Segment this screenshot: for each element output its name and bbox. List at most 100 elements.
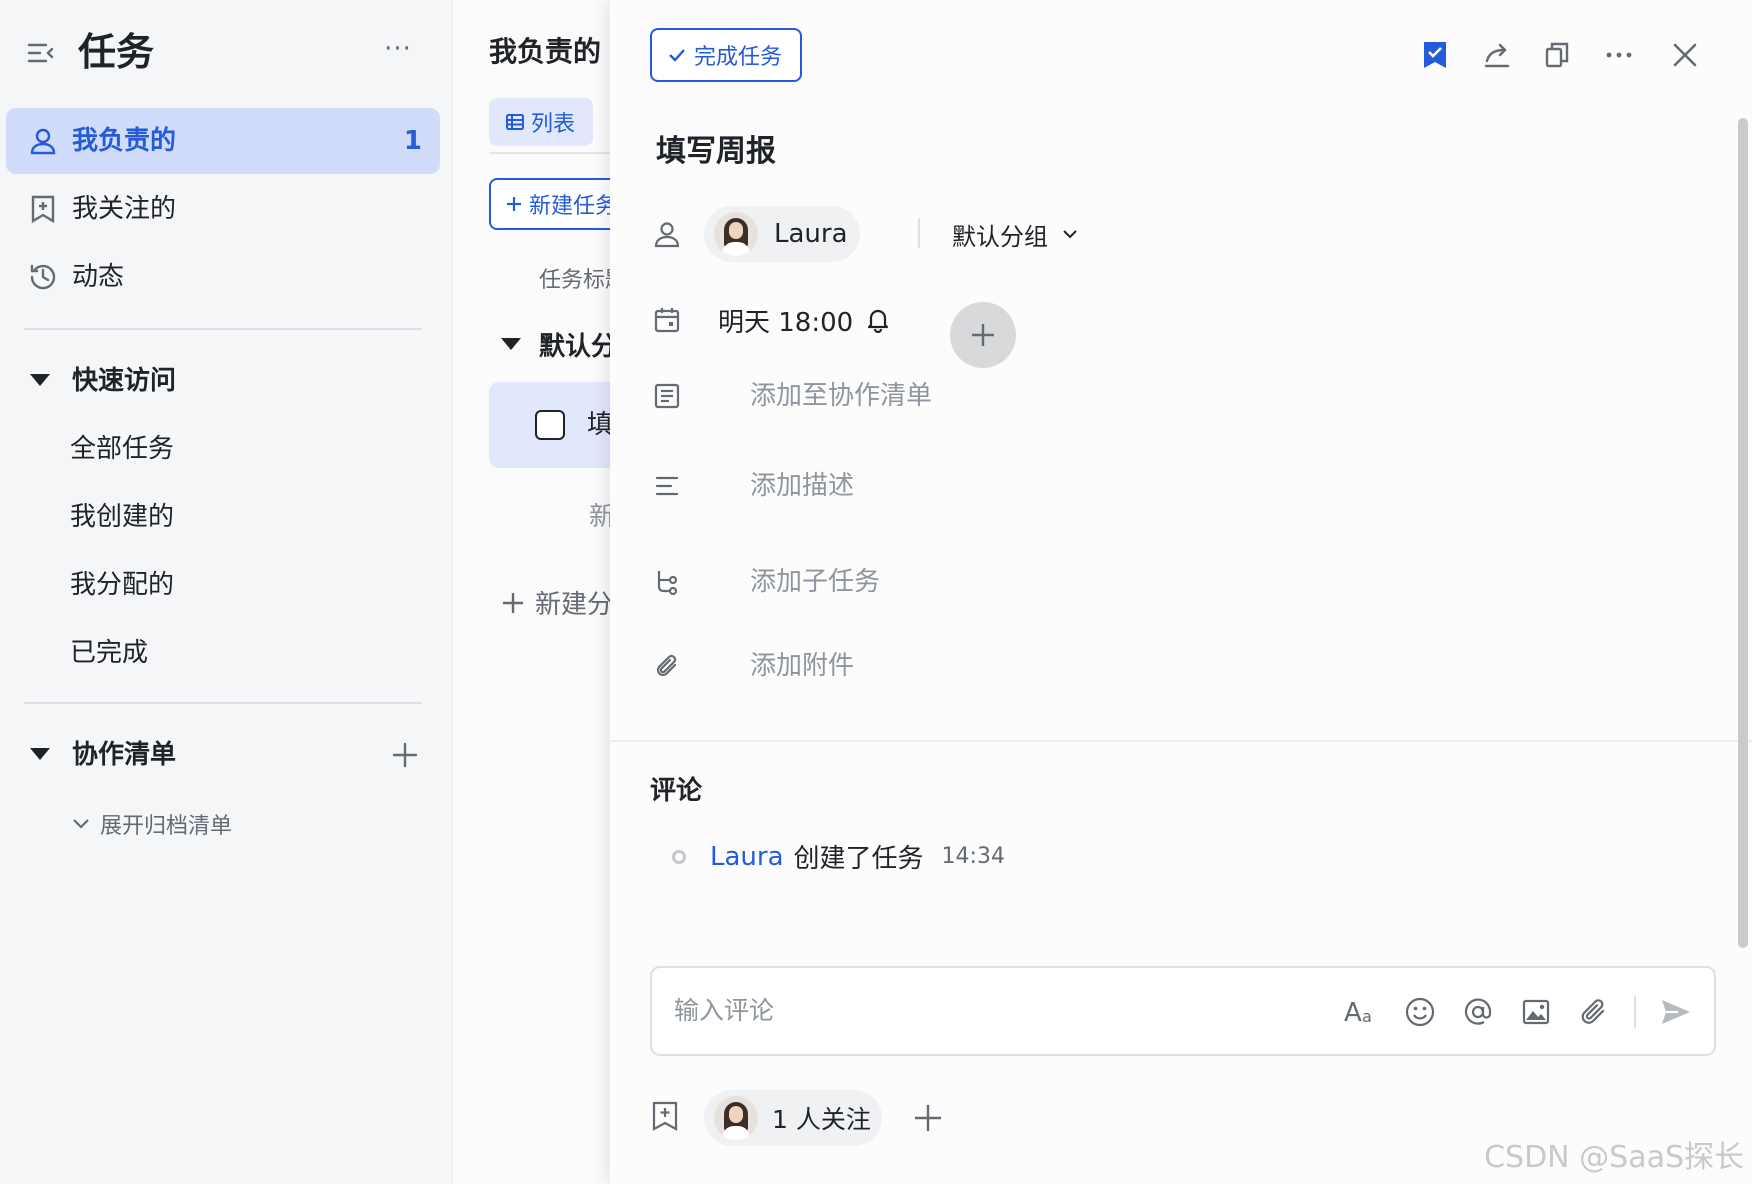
svg-text:A: A: [1344, 998, 1362, 1027]
scrollbar[interactable]: [1738, 118, 1748, 948]
divider: [918, 218, 920, 248]
sidebar-item-created-by-me[interactable]: 我创建的: [70, 490, 174, 544]
add-list-icon[interactable]: [390, 740, 420, 770]
new-group-button[interactable]: 新建分组: [501, 584, 610, 621]
list-title: 我负责的: [489, 35, 602, 68]
table-icon: [505, 112, 525, 132]
expand-archived-lists[interactable]: 展开归档清单: [70, 804, 232, 844]
complete-task-button[interactable]: 完成任务: [650, 28, 802, 82]
divider: [24, 328, 422, 330]
sidebar-item-assigned-to-me[interactable]: 我负责的 1: [6, 108, 440, 174]
sidebar-item-label: 我负责的: [72, 126, 177, 156]
add-to-list-label: 添加至协作清单: [750, 381, 933, 411]
calendar-icon: [650, 303, 684, 337]
collapse-sidebar-icon[interactable]: [26, 38, 56, 68]
check-icon: [668, 46, 686, 64]
watermark: CSDN @SaaS探长: [1484, 1140, 1744, 1175]
add-reminder-button[interactable]: [950, 302, 1016, 368]
assignee-chip[interactable]: Laura: [704, 206, 860, 262]
due-date[interactable]: 明天 18:00: [718, 298, 891, 342]
divider: [610, 740, 1752, 742]
svg-text:a: a: [1362, 1007, 1372, 1026]
avatar: [714, 212, 758, 256]
task-row-title: 填写周报: [587, 404, 610, 441]
tab-label: 列表: [531, 112, 576, 137]
divider: [1634, 996, 1636, 1028]
comment-toolbar: Aa: [1344, 992, 1694, 1032]
emoji-icon[interactable]: [1402, 994, 1438, 1030]
avatar: [714, 1096, 758, 1140]
add-follower-icon[interactable]: [912, 1102, 944, 1134]
image-icon[interactable]: [1518, 994, 1554, 1030]
task-title[interactable]: 填写周报: [656, 130, 776, 174]
collab-lists-header[interactable]: 协作清单: [24, 728, 434, 782]
divider: [24, 702, 422, 704]
group-label: 默认分组: [952, 222, 1048, 251]
comment-input[interactable]: 输入评论 Aa: [650, 966, 1716, 1056]
chevron-down-icon: [70, 813, 92, 835]
bell-icon: [865, 307, 891, 333]
sidebar-item-all-tasks[interactable]: 全部任务: [70, 422, 174, 476]
quick-access-header[interactable]: 快速访问: [24, 354, 434, 408]
timeline-dot: [672, 849, 686, 864]
new-task-label: 新建任务: [529, 194, 610, 219]
add-attachment-label: 添加附件: [750, 651, 855, 681]
task-row[interactable]: 填写周报: [489, 382, 610, 468]
sidebar-item-completed[interactable]: 已完成: [70, 626, 148, 680]
follow-bookmark-icon[interactable]: [1418, 38, 1452, 72]
subtask-icon: [650, 565, 684, 599]
collapse-triangle-icon[interactable]: [501, 338, 521, 350]
bookmark-add-icon: [650, 1100, 684, 1134]
sidebar-item-activity[interactable]: 动态: [6, 244, 440, 310]
new-task-button[interactable]: 新建任务: [489, 178, 610, 230]
tab-list-view[interactable]: 列表: [489, 98, 593, 146]
group-dropdown[interactable]: 默认分组: [952, 212, 1080, 256]
inline-new-task[interactable]: 新建任务: [589, 496, 610, 533]
new-group-label: 新建分组: [535, 590, 610, 620]
open-in-new-window-icon[interactable]: [1540, 38, 1574, 72]
followers-chip[interactable]: 1 人关注: [704, 1090, 882, 1146]
person-icon: [28, 126, 58, 156]
comment-placeholder: 输入评论: [674, 996, 775, 1025]
share-icon[interactable]: [1480, 38, 1514, 72]
expand-archived-label: 展开归档清单: [100, 814, 233, 839]
group-title: 默认分组: [539, 331, 610, 362]
plus-icon: [505, 195, 523, 213]
task-checkbox[interactable]: [535, 410, 565, 440]
list-icon: [650, 379, 684, 413]
page-title: 任务: [78, 30, 155, 74]
sidebar-header: 任务 ···: [0, 0, 452, 104]
sidebar-item-assigned-by-me[interactable]: 我分配的: [70, 558, 174, 612]
collapse-triangle-icon[interactable]: [30, 748, 50, 760]
attachment-icon[interactable]: [1576, 994, 1612, 1030]
task-list-pane: 我负责的 列表 新建任务 任务标题 默认分组 填写周报 新建任务 新建分组: [452, 0, 610, 1184]
chevron-down-icon: [1060, 224, 1080, 244]
column-header-title: 任务标题: [539, 268, 610, 293]
task-detail-panel: 完成任务 填写周报 Laura 默认分组 明天 18:00 添加至协作清单 添加…: [610, 0, 1752, 1184]
more-icon[interactable]: ···: [380, 34, 416, 64]
close-icon[interactable]: [1668, 38, 1702, 72]
comments-title: 评论: [650, 776, 703, 806]
paperclip-icon: [650, 649, 684, 683]
send-icon[interactable]: [1658, 994, 1694, 1030]
activity-time: 14:34: [941, 844, 1005, 869]
followers-count: 1 人关注: [772, 1105, 871, 1134]
sidebar-item-following[interactable]: 我关注的: [6, 176, 440, 242]
activity-item: Laura 创建了任务 14:34: [672, 838, 1005, 875]
sidebar-item-label: 动态: [72, 262, 125, 292]
mention-icon[interactable]: [1460, 994, 1496, 1030]
activity-user-link[interactable]: Laura: [710, 842, 784, 872]
sidebar-item-label: 我关注的: [72, 194, 177, 224]
text-format-icon[interactable]: Aa: [1344, 994, 1380, 1030]
complete-task-label: 完成任务: [694, 45, 783, 70]
due-date-text: 明天 18:00: [718, 307, 854, 338]
collapse-triangle-icon[interactable]: [30, 374, 50, 386]
section-title: 协作清单: [72, 740, 177, 770]
description-icon: [650, 469, 684, 503]
assignee-name: Laura: [774, 219, 848, 249]
bookmark-add-icon: [28, 194, 58, 224]
more-options-icon[interactable]: [1602, 38, 1636, 72]
section-title: 快速访问: [72, 366, 177, 396]
activity-action: 创建了任务: [793, 844, 924, 874]
group-header[interactable]: 默认分组: [501, 324, 610, 364]
